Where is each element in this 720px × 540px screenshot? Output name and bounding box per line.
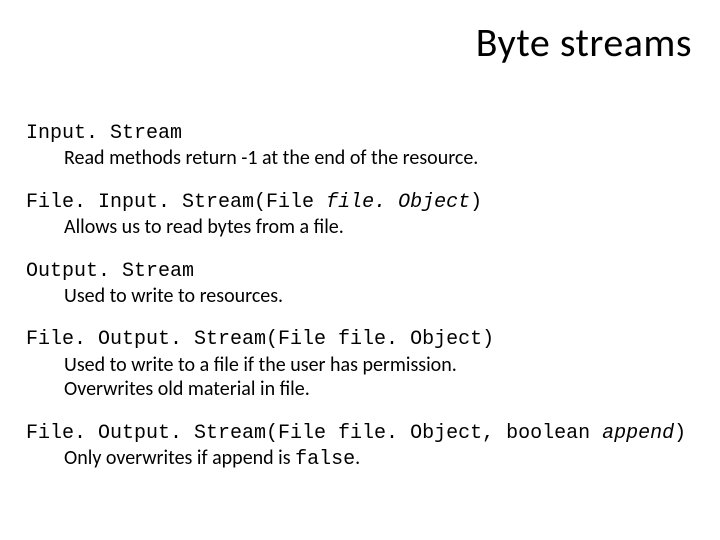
entry-head: File. Output. Stream(File file. Object, … — [26, 420, 700, 446]
slide-body: Input. Stream Read methods return -1 at … — [26, 120, 700, 490]
entry-head: File. Output. Stream(File file. Object) — [26, 326, 700, 352]
entry-desc-line: Used to write to resources. — [26, 284, 700, 308]
code-text: ) — [674, 422, 686, 445]
code-text: File. Output. Stream(File file. Object, … — [26, 422, 602, 445]
slide-title: Byte streams — [476, 18, 692, 67]
desc-text: Overwrites old material in file. — [64, 377, 310, 401]
code-param: append — [602, 422, 674, 445]
desc-text: Only overwrites if append is — [64, 446, 295, 470]
entry-desc-line: Used to write to a file if the user has … — [26, 353, 700, 377]
code-text: Output. Stream — [26, 260, 194, 283]
code-text: File. Output. Stream(File file. Object) — [26, 328, 494, 351]
entry-head: Input. Stream — [26, 120, 700, 146]
desc-text: Allows us to read bytes from a file. — [64, 215, 344, 239]
entry-file-output-stream-append: File. Output. Stream(File file. Object, … — [26, 420, 700, 473]
entry-output-stream: Output. Stream Used to write to resource… — [26, 258, 700, 309]
entry-head: File. Input. Stream(File file. Object) — [26, 189, 700, 215]
slide: Byte streams Input. Stream Read methods … — [0, 0, 720, 540]
entry-head: Output. Stream — [26, 258, 700, 284]
desc-text: Read methods return -1 at the end of the… — [64, 146, 478, 170]
code-text: File. Input. Stream(File — [26, 191, 326, 214]
entry-file-input-stream: File. Input. Stream(File file. Object) A… — [26, 189, 700, 240]
desc-text: . — [355, 446, 360, 470]
code-text: ) — [470, 191, 482, 214]
entry-file-output-stream: File. Output. Stream(File file. Object) … — [26, 326, 700, 401]
code-text: false — [295, 448, 355, 471]
desc-text: Used to write to a file if the user has … — [64, 353, 457, 377]
desc-text: Used to write to resources. — [64, 284, 283, 308]
code-param: file. Object — [326, 191, 470, 214]
entry-desc-line: Allows us to read bytes from a file. — [26, 215, 700, 239]
entry-input-stream: Input. Stream Read methods return -1 at … — [26, 120, 700, 171]
entry-desc-line: Read methods return -1 at the end of the… — [26, 146, 700, 170]
entry-desc-line: Only overwrites if append is false. — [26, 446, 700, 472]
entry-desc-line: Overwrites old material in file. — [26, 377, 700, 401]
code-text: Input. Stream — [26, 122, 182, 145]
